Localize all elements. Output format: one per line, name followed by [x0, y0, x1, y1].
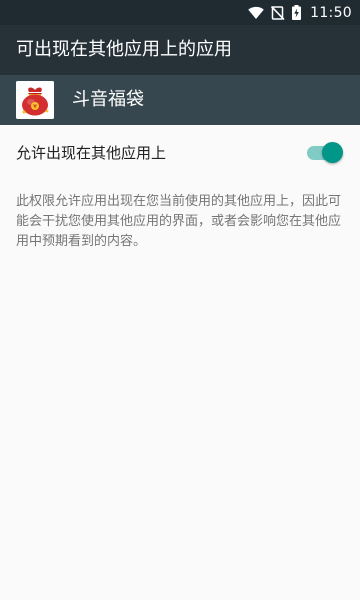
status-bar: 11:50: [0, 0, 360, 25]
permission-switch-label: 允许出现在其他应用上: [16, 144, 167, 162]
status-time: 11:50: [310, 4, 352, 21]
wifi-icon: [248, 6, 264, 19]
lucky-bag-icon: ¥: [16, 81, 54, 119]
permission-toggle[interactable]: [305, 142, 343, 164]
status-icons: 11:50: [248, 0, 352, 25]
svg-text:¥: ¥: [33, 104, 37, 111]
app-name: 斗音福袋: [72, 89, 144, 110]
battery-charging-icon: [292, 5, 302, 20]
page-title: 可出现在其他应用上的应用: [16, 39, 232, 60]
signal-no-sim-icon: [271, 5, 285, 20]
toolbar: 可出现在其他应用上的应用: [0, 25, 360, 75]
permission-description: 此权限允许应用出现在您当前使用的其他应用上，因此可能会干扰您使用其他应用的界面，…: [16, 194, 342, 249]
toggle-thumb[interactable]: [322, 142, 343, 163]
app-header: ¥ 斗音福袋: [0, 75, 360, 125]
permission-switch-row[interactable]: 允许出现在其他应用上: [0, 125, 360, 181]
